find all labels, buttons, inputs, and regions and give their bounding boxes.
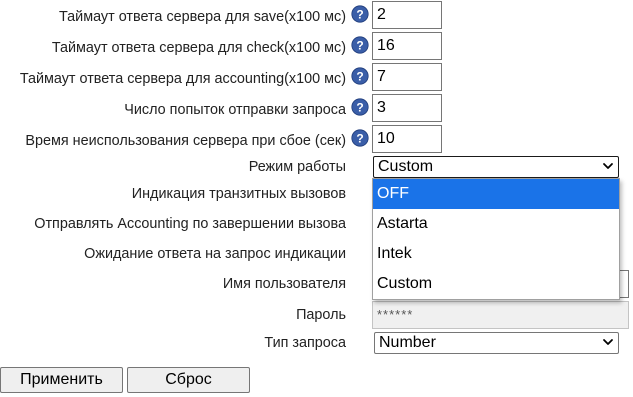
retry-count-label: Число попыток отправки запроса <box>124 102 346 118</box>
help-icon[interactable]: ? <box>351 98 369 116</box>
accounting-timeout-input[interactable]: 7 <box>372 63 442 91</box>
request-type-label: Тип запроса <box>264 335 346 351</box>
chevron-down-icon <box>602 160 614 172</box>
help-icon[interactable]: ? <box>351 67 369 85</box>
svg-text:?: ? <box>356 101 363 115</box>
request-type-select[interactable]: Number <box>374 332 619 354</box>
save-timeout-label: Таймаут ответа сервера для save(x100 мс) <box>59 9 346 25</box>
check-timeout-label: Таймаут ответа сервера для check(x100 мс… <box>51 40 346 56</box>
help-icon[interactable]: ? <box>351 129 369 147</box>
svg-text:?: ? <box>356 39 363 53</box>
mode-dropdown-list: OFF Astarta Intek Custom <box>372 178 620 300</box>
mode-option-custom[interactable]: Custom <box>373 269 619 299</box>
password-label: Пароль <box>296 307 346 323</box>
reset-button[interactable]: Сброс <box>127 367 250 393</box>
check-timeout-input[interactable]: 16 <box>372 32 442 60</box>
apply-button[interactable]: Применить <box>0 367 123 393</box>
help-icon[interactable]: ? <box>351 5 369 23</box>
svg-text:?: ? <box>356 70 363 84</box>
chevron-down-icon <box>602 336 614 348</box>
mode-label: Режим работы <box>248 159 346 175</box>
username-label: Имя пользователя <box>222 276 346 292</box>
mode-option-off[interactable]: OFF <box>373 179 619 209</box>
request-type-select-value: Number <box>379 334 436 351</box>
mode-option-intek[interactable]: Intek <box>373 239 619 269</box>
mode-select-value: Custom <box>378 158 434 175</box>
svg-text:?: ? <box>356 8 363 22</box>
save-timeout-input[interactable]: 2 <box>372 1 442 29</box>
help-icon[interactable]: ? <box>351 36 369 54</box>
retry-count-input[interactable]: 3 <box>372 94 442 122</box>
server-idle-time-input[interactable]: 10 <box>372 125 442 153</box>
server-idle-time-label: Время неиспользования сервера при сбое (… <box>25 133 346 149</box>
svg-text:?: ? <box>356 132 363 146</box>
mode-option-astarta[interactable]: Astarta <box>373 209 619 239</box>
settings-form: Таймаут ответа сервера для save(x100 мс)… <box>0 0 633 397</box>
password-input[interactable]: ****** <box>372 301 629 329</box>
mode-select[interactable]: Custom <box>373 156 619 178</box>
accounting-on-end-label: Отправлять Accounting по завершении вызо… <box>34 216 346 232</box>
indication-wait-label: Ожидание ответа на запрос индикации <box>84 246 346 262</box>
accounting-timeout-label: Таймаут ответа сервера для accounting(x1… <box>19 71 346 87</box>
transit-calls-label: Индикация транзитных вызовов <box>131 186 346 202</box>
